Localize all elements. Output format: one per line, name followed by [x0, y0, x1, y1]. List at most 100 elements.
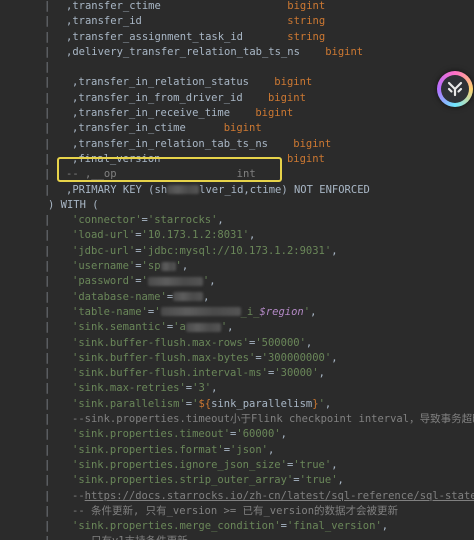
code-line[interactable]: | ,transfer_in_ctime bigint	[0, 121, 474, 136]
code-line[interactable]: | 'sink.buffer-flush.interval-ms'='30000'…	[0, 366, 474, 381]
code-line[interactable]: | ,PRIMARY KEY (sh lver_id,ctime) NOT ENFO…	[0, 183, 474, 198]
code-line[interactable]: | 'sink.properties.strip_outer_array'='tr…	[0, 473, 474, 488]
code-line[interactable]: | ,transfer_id string	[0, 14, 474, 29]
gutter-marker: |	[44, 474, 51, 487]
code-token: ,transfer_ctime	[66, 0, 288, 12]
code-token: ) WITH (	[48, 198, 99, 211]
code-text: ) WITH (	[48, 198, 99, 213]
code-line[interactable]: | 'sink.buffer-flush.max-rows'='500000',	[0, 336, 474, 351]
code-line[interactable]: | 'sink.properties.ignore_json_size'='tru…	[0, 458, 474, 473]
redacted-text	[173, 292, 204, 302]
code-token: 'table-name'	[72, 305, 148, 318]
code-line[interactable]: | ,delivery_transfer_relation_tab_ts_ns b…	[0, 45, 474, 60]
code-token: ,	[249, 229, 256, 242]
code-text: ,transfer_assignment_task_id string	[66, 30, 325, 45]
code-line[interactable]: | 'sink.properties.format'='json',	[0, 443, 474, 458]
code-text: 'sink.properties.timeout'='60000',	[72, 427, 287, 442]
code-text: ,transfer_in_from_driver_id bigint	[72, 91, 306, 106]
gutter-marker: |	[44, 61, 51, 74]
code-token: 'sink.properties.strip_outer_array'	[72, 474, 294, 487]
code-line[interactable]: | 'connector'='starrocks',	[0, 213, 474, 228]
code-line[interactable]: | ,transfer_in_from_driver_id bigint	[0, 91, 474, 106]
gutter-marker: |	[44, 152, 51, 165]
code-text: 'sink.properties.merge_condition'='final…	[72, 519, 388, 534]
code-token: 'sp	[141, 260, 161, 273]
code-line[interactable]: | 'load-url'='10.173.1.2:8031',	[0, 228, 474, 243]
code-line[interactable]: | 'sink.max-retries'='3',	[0, 381, 474, 396]
ai-assistant-button[interactable]	[437, 71, 473, 107]
code-line[interactable]: | ,transfer_ctime bigint	[0, 0, 474, 14]
code-token: '10.173.1.2:8031'	[141, 229, 250, 242]
code-token: 'sink.properties.merge_condition'	[72, 520, 281, 533]
code-token: 'sink.properties.format'	[72, 443, 224, 456]
code-token: ,	[267, 443, 275, 456]
code-token: bigint	[286, 152, 325, 165]
gutter-marker: |	[44, 382, 51, 395]
code-token: ,	[181, 260, 189, 273]
code-token: -- 只有v1支持条件更新	[72, 535, 188, 540]
code-line[interactable]: | 'jdbc-url'='jdbc:mysql://10.173.1.2:903…	[0, 244, 474, 259]
gutter-marker: |	[44, 413, 51, 426]
code-token: 'a	[173, 321, 186, 334]
code-line[interactable]: | ,transfer_in_relation_status bigint	[0, 75, 474, 90]
code-token: --sink.properties.timeout小于Flink checkpo…	[72, 413, 474, 426]
code-token: ,transfer_assignment_task_id	[66, 30, 288, 43]
code-line[interactable]: | 'sink.properties.merge_condition'='fina…	[0, 519, 474, 534]
code-text: 'password'=' ',	[72, 274, 216, 289]
code-token: 'final_version'	[286, 520, 382, 533]
code-line[interactable]: | 'sink.buffer-flush.max-bytes'='30000000…	[0, 351, 474, 366]
code-token: '3'	[192, 382, 212, 395]
code-text: 'sink.properties.format'='json',	[72, 443, 274, 458]
code-line[interactable]: | --https://docs.starrocks.io/zh-cn/lates…	[0, 489, 474, 504]
code-line[interactable]: ) WITH (	[0, 198, 474, 213]
code-text: 'sink.semantic'='a ',	[72, 320, 233, 335]
code-token: 'database-name'	[72, 290, 167, 303]
code-line[interactable]: | ,transfer_assignment_task_id string	[0, 30, 474, 45]
code-line[interactable]: | 'database-name'=,	[0, 290, 474, 305]
code-line[interactable]: | ,transfer_in_relation_tab_ts_ns bigint	[0, 137, 474, 152]
code-line[interactable]: | 'sink.parallelism'='${sink_parallelism}…	[0, 397, 474, 412]
code-token: ,	[331, 351, 338, 364]
code-token: ,	[305, 336, 313, 349]
code-token: 'password'	[72, 275, 136, 288]
code-line[interactable]: |'table-name'=' _i_$region',	[0, 305, 474, 320]
code-token: '	[141, 275, 148, 288]
code-line[interactable]: | 'password'=' ',	[0, 274, 474, 289]
gutter-marker: |	[44, 76, 51, 89]
code-text: ,delivery_transfer_relation_tab_ts_ns bi…	[66, 45, 363, 60]
gutter-marker: |	[44, 45, 51, 58]
code-text: -- 只有v1支持条件更新	[72, 534, 188, 540]
gutter-marker: |	[44, 443, 51, 456]
code-line[interactable]: | -- 条件更新, 只有_version >= 已有_version的数据才会被…	[0, 504, 474, 519]
code-line[interactable]: | 'sink.properties.timeout'='60000',	[0, 427, 474, 442]
gutter-marker: |	[44, 137, 51, 150]
code-text: ,transfer_in_ctime bigint	[72, 121, 262, 136]
gutter-marker: |	[44, 229, 51, 242]
code-text: --https://docs.starrocks.io/zh-cn/latest…	[72, 489, 474, 504]
code-token: sink_parallelism	[211, 397, 313, 410]
code-line[interactable]: | 'username'='sp ',	[0, 259, 474, 274]
code-text: 'database-name'=,	[72, 290, 209, 305]
code-token: '30000'	[274, 367, 319, 380]
code-line[interactable]: | --sink.properties.timeout小于Flink checkp…	[0, 412, 474, 427]
code-text: ,transfer_ctime bigint	[66, 0, 325, 14]
gutter-marker: |	[44, 214, 51, 227]
code-token: 'sink.semantic'	[72, 321, 167, 334]
code-line[interactable]: |	[0, 60, 474, 75]
code-token: ,	[203, 290, 210, 303]
gutter-marker: |	[44, 321, 51, 334]
gutter-marker: |	[44, 0, 51, 12]
code-token: string	[287, 30, 326, 43]
gutter-marker: |	[44, 15, 51, 28]
gutter-marker: |	[44, 504, 51, 517]
code-line[interactable]: | -- 只有v1支持条件更新	[0, 534, 474, 540]
code-line[interactable]: | ,transfer_in_receive_time bigint	[0, 106, 474, 121]
code-line[interactable]: | 'sink.semantic'='a ',	[0, 320, 474, 335]
gutter-marker: |	[44, 290, 51, 303]
code-token: '	[154, 305, 161, 318]
code-token: ,	[318, 367, 325, 380]
code-editor[interactable]: | ,transfer_ctime bigint | ,transfer_id str…	[0, 0, 474, 540]
code-token: lver_id,ctime) NOT ENFORCED	[199, 183, 370, 196]
code-text: 'sink.properties.strip_outer_array'='tru…	[72, 473, 344, 488]
gutter-marker: |	[44, 305, 51, 318]
